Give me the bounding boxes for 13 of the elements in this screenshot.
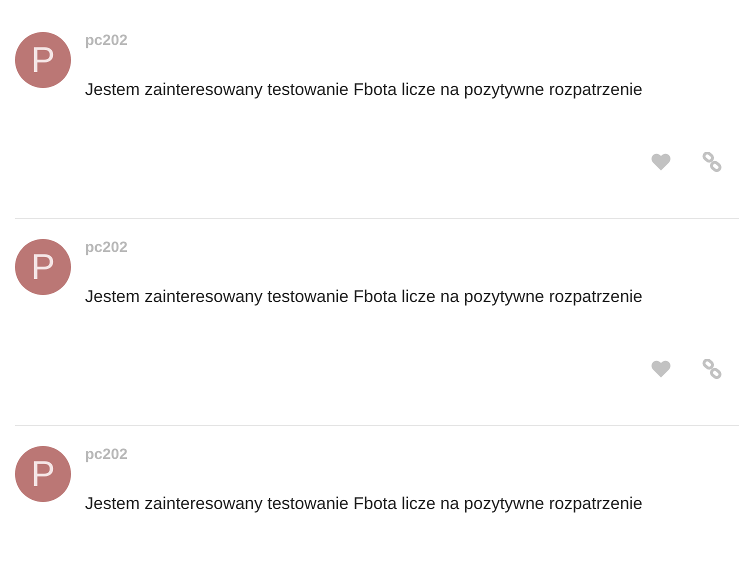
heart-icon[interactable] [651, 360, 671, 378]
post-text: Jestem zainteresowany testowanie Fbota licze na pozytywne rozpatrzenie [85, 493, 644, 515]
post-text: Jestem zainteresowany testowanie Fbota licze na pozytywne rozpatrzenie [85, 286, 644, 308]
link-icon[interactable] [702, 152, 722, 172]
username[interactable]: pc202 [85, 239, 739, 257]
heart-icon[interactable] [651, 153, 671, 171]
post-text: Jestem zainteresowany testowanie Fbota licze na pozytywne rozpatrzenie [85, 79, 644, 101]
avatar[interactable]: P [15, 239, 71, 295]
link-icon[interactable] [702, 359, 722, 379]
username[interactable]: pc202 [85, 32, 739, 50]
avatar[interactable]: P [15, 446, 71, 502]
username[interactable]: pc202 [85, 446, 739, 464]
avatar[interactable]: P [15, 32, 71, 88]
